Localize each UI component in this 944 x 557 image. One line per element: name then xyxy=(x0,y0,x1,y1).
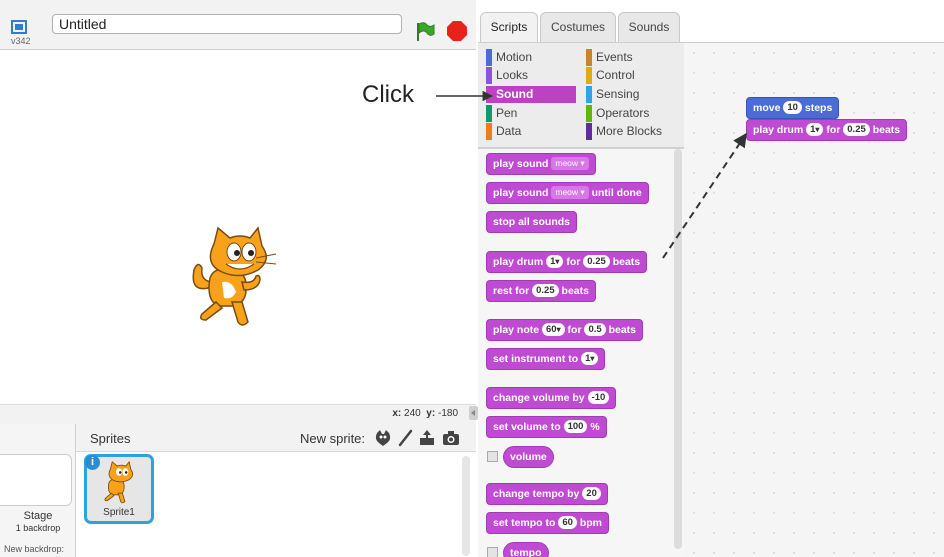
category-motion[interactable]: Motion xyxy=(486,49,578,66)
choose-sprite-from-library-icon[interactable] xyxy=(374,429,392,447)
category-sound[interactable]: Sound xyxy=(486,86,576,103)
stage-thumbnail[interactable] xyxy=(0,454,72,506)
block-play-sound[interactable]: play sound meow xyxy=(486,153,596,175)
camera-icon[interactable] xyxy=(442,429,460,447)
script-block-move-steps[interactable]: move 10 steps xyxy=(746,97,840,119)
sprites-scrollbar[interactable] xyxy=(462,456,470,556)
version-label: v342 xyxy=(11,36,31,46)
block-palette: Motion Looks Sound Pen Data Events Contr… xyxy=(478,42,684,557)
block-change-volume[interactable]: change volume by -10 xyxy=(486,387,617,409)
tab-costumes[interactable]: Costumes xyxy=(540,12,616,42)
click-annotation-label: Click xyxy=(362,81,414,108)
sprites-title: Sprites xyxy=(90,431,131,446)
sprite-thumbnail-image xyxy=(104,461,134,504)
category-events[interactable]: Events xyxy=(586,49,678,66)
sprite-tile[interactable]: i Sprite1 xyxy=(84,454,154,524)
block-play-note[interactable]: play note 60 for 0.5 beats xyxy=(486,319,644,341)
category-more-blocks[interactable]: More Blocks xyxy=(586,123,678,140)
block-play-drum[interactable]: play drum 1 for 0.25 beats xyxy=(486,251,648,273)
block-rest-for[interactable]: rest for 0.25 beats xyxy=(486,280,596,302)
block-set-volume[interactable]: set volume to 100 % xyxy=(486,416,607,438)
collapse-stage-arrow-icon[interactable] xyxy=(469,406,478,420)
stop-icon[interactable] xyxy=(446,20,468,42)
block-set-tempo[interactable]: set tempo to 60 bpm xyxy=(486,512,610,534)
block-stop-all-sounds[interactable]: stop all sounds xyxy=(486,211,578,233)
stage-header: v342 xyxy=(0,0,476,50)
new-backdrop-label: New backdrop: xyxy=(4,544,65,554)
sprites-list: i Sprite1 xyxy=(76,452,476,557)
paint-new-sprite-icon[interactable] xyxy=(396,429,414,447)
scripts-area[interactable]: move 10 steps play drum 1 for 0.25 beats xyxy=(684,42,944,557)
editor-tabs: Scripts Costumes Sounds xyxy=(476,0,944,43)
category-list: Motion Looks Sound Pen Data Events Contr… xyxy=(478,43,684,147)
palette-scrollbar[interactable] xyxy=(674,149,682,549)
block-play-sound-until-done[interactable]: play sound meow until done xyxy=(486,182,649,204)
tab-scripts[interactable]: Scripts xyxy=(480,12,538,43)
new-sprite-label: New sprite: xyxy=(300,431,366,446)
fullscreen-icon[interactable] xyxy=(11,20,27,34)
stage-backdrop-count: 1 backdrop xyxy=(15,523,61,533)
sprites-header: Sprites New sprite: xyxy=(76,424,476,452)
block-set-instrument[interactable]: set instrument to 1 xyxy=(486,348,606,370)
category-sensing[interactable]: Sensing xyxy=(586,86,678,103)
mouse-coordinates: x: 240 y: -180 xyxy=(0,404,476,424)
tab-sounds[interactable]: Sounds xyxy=(618,12,680,42)
block-change-tempo[interactable]: change tempo by 20 xyxy=(486,483,608,505)
project-title-input[interactable] xyxy=(52,14,402,34)
category-looks[interactable]: Looks xyxy=(486,67,578,84)
stage-pane: Stage 1 backdrop New backdrop: xyxy=(0,424,76,557)
block-volume-reporter[interactable]: volume xyxy=(503,446,554,468)
y-coordinate: -180 xyxy=(437,408,458,419)
green-flag-icon[interactable] xyxy=(414,20,436,42)
category-pen[interactable]: Pen xyxy=(486,105,578,122)
category-operators[interactable]: Operators xyxy=(586,105,678,122)
tempo-checkbox[interactable] xyxy=(487,547,498,557)
cat-sprite-image[interactable] xyxy=(188,226,280,330)
script-block-play-drum[interactable]: play drum 1 for 0.25 beats xyxy=(746,119,908,141)
palette-blocks: play sound meow play sound meow until do… xyxy=(478,149,684,557)
sprite-name: Sprite1 xyxy=(103,507,135,518)
category-data[interactable]: Data xyxy=(486,123,578,140)
upload-sprite-icon[interactable] xyxy=(418,429,436,447)
block-tempo-reporter[interactable]: tempo xyxy=(503,542,549,557)
info-icon[interactable]: i xyxy=(85,455,100,470)
x-coordinate: 240 xyxy=(404,408,421,419)
volume-checkbox[interactable] xyxy=(487,451,498,462)
category-control[interactable]: Control xyxy=(586,67,678,84)
stage-name: Stage xyxy=(23,510,53,522)
